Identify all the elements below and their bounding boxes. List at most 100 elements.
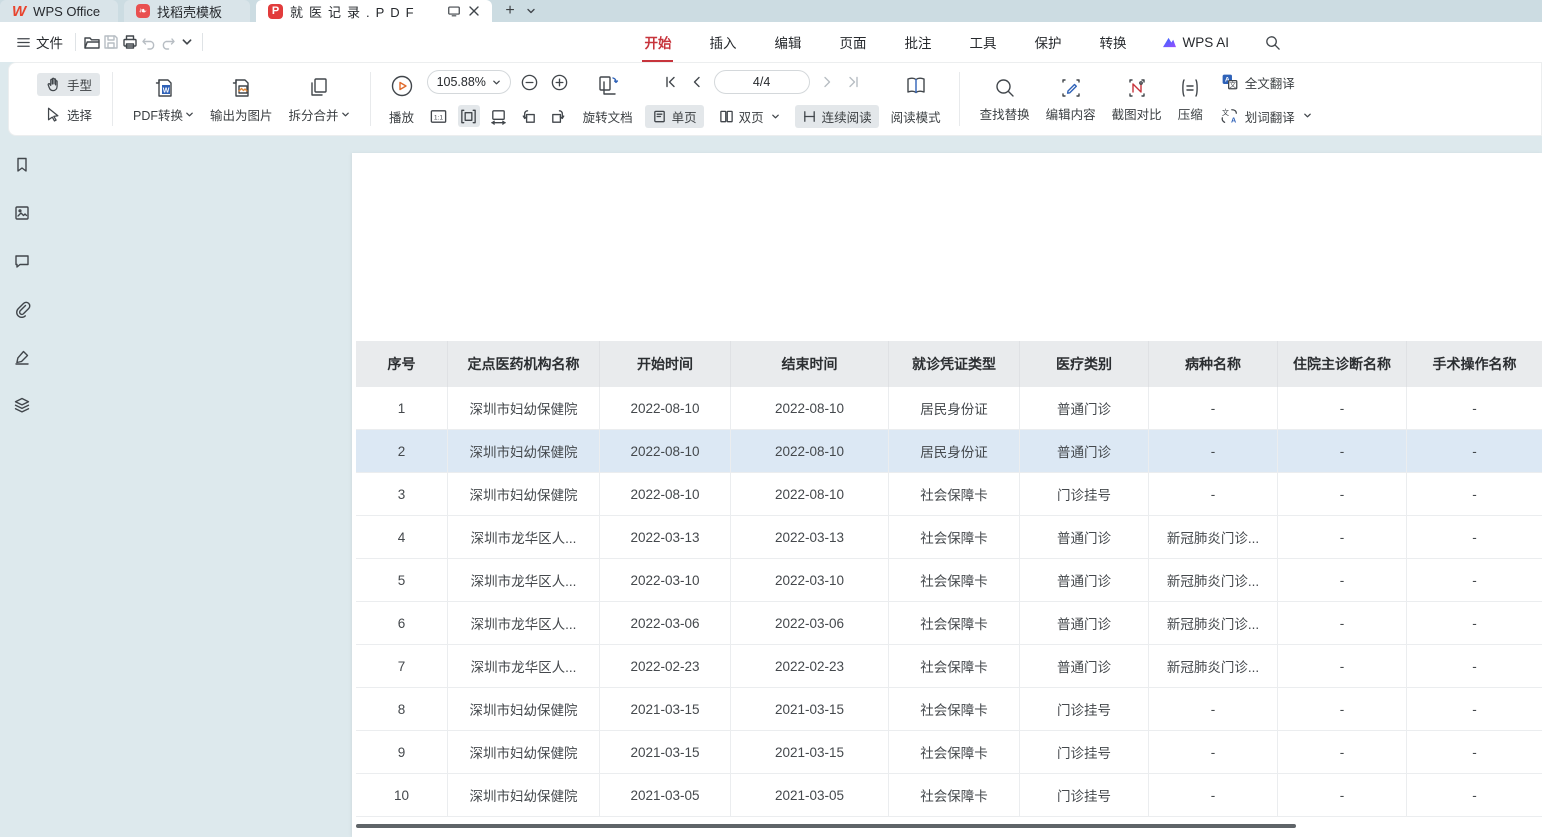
zoom-out-button[interactable] (519, 71, 541, 93)
thumbnails-panel-icon[interactable] (9, 200, 35, 226)
layers-panel-icon[interactable] (9, 392, 35, 418)
quickbar-chevron-icon[interactable] (177, 33, 196, 52)
menu-page[interactable]: 页面 (837, 28, 868, 56)
fit-width-button[interactable] (488, 105, 510, 127)
last-page-button[interactable] (844, 75, 862, 89)
tab-docer-templates[interactable]: ❧ 找稻壳模板 (124, 0, 250, 22)
file-menu-button[interactable]: 文件 (10, 29, 69, 55)
table-cell: 4 (356, 516, 448, 559)
actual-size-button[interactable]: 1:1 (428, 105, 450, 127)
table-cell: - (1149, 430, 1278, 473)
tab-list-chevron-icon[interactable] (522, 0, 540, 22)
attachments-panel-icon[interactable] (9, 296, 35, 322)
compress-button[interactable]: 压缩 (1178, 76, 1203, 123)
table-row: 6深圳市龙华区人...2022-03-062022-03-06社会保障卡普通门诊… (356, 602, 1542, 645)
menu-home[interactable]: 开始 (642, 28, 673, 56)
column-header: 开始时间 (600, 341, 731, 387)
screenshot-compare-button[interactable]: 截图对比 (1112, 76, 1162, 123)
continuous-read-button[interactable]: 连续阅读 (795, 105, 879, 128)
table-cell: 2021-03-05 (600, 774, 731, 817)
zoom-level-select[interactable]: 105.88% (427, 70, 511, 94)
full-translate-icon: A 文 (1221, 73, 1239, 91)
tab-document[interactable]: P 就医记录.PDF (256, 0, 492, 22)
table-cell: 2021-03-15 (731, 731, 889, 774)
bookmarks-panel-icon[interactable] (9, 152, 35, 178)
table-cell: 门诊挂号 (1020, 774, 1149, 817)
monitor-icon[interactable] (447, 4, 461, 18)
double-page-button[interactable]: 双页 (712, 105, 787, 128)
table-cell: 3 (356, 473, 448, 516)
menu-edit[interactable]: 编辑 (772, 28, 803, 56)
table-cell: 普通门诊 (1020, 645, 1149, 688)
first-page-button[interactable] (662, 75, 680, 89)
zoom-in-button[interactable] (549, 71, 571, 93)
rotate-left-button[interactable] (518, 105, 540, 127)
select-tool-button[interactable]: 选择 (37, 103, 100, 126)
column-header: 序号 (356, 341, 448, 387)
table-cell: 普通门诊 (1020, 430, 1149, 473)
table-cell: 7 (356, 645, 448, 688)
table-cell: 新冠肺炎门诊... (1149, 602, 1278, 645)
page-indicator-input[interactable]: 4/4 (714, 70, 810, 94)
column-header: 住院主诊断名称 (1278, 341, 1407, 387)
hamburger-icon (16, 35, 31, 50)
horizontal-scrollbar[interactable] (356, 824, 1296, 828)
table-cell: - (1278, 430, 1407, 473)
table-cell: 9 (356, 731, 448, 774)
open-file-icon[interactable] (82, 33, 101, 52)
table-cell: 社会保障卡 (889, 602, 1020, 645)
edit-content-button[interactable]: 编辑内容 (1046, 76, 1096, 123)
find-replace-button[interactable]: 查找替换 (980, 76, 1030, 123)
signature-panel-icon[interactable] (9, 344, 35, 370)
menu-convert[interactable]: 转换 (1097, 28, 1128, 56)
table-cell: 深圳市妇幼保健院 (448, 731, 600, 774)
export-image-icon (228, 75, 254, 101)
zoom-group: 105.88% 1:1 (427, 69, 571, 129)
comments-panel-icon[interactable] (9, 248, 35, 274)
undo-icon[interactable] (139, 33, 158, 52)
table-cell: 2021-03-05 (731, 774, 889, 817)
search-icon[interactable] (1263, 33, 1282, 52)
table-body: 1深圳市妇幼保健院2022-08-102022-08-10居民身份证普通门诊--… (356, 387, 1542, 817)
table-cell: 2022-03-10 (600, 559, 731, 602)
table-cell: - (1407, 430, 1542, 473)
menu-protect[interactable]: 保护 (1032, 28, 1063, 56)
export-image-button[interactable]: 输出为图片 (210, 75, 273, 124)
close-tab-icon[interactable] (468, 5, 480, 17)
new-tab-button[interactable]: + (498, 0, 522, 22)
read-mode-group[interactable]: 阅读模式 (891, 73, 941, 126)
redo-icon[interactable] (158, 33, 177, 52)
divider (202, 33, 203, 51)
single-page-button[interactable]: 单页 (645, 105, 704, 128)
pdf-convert-icon: W (151, 75, 177, 101)
menu-tools[interactable]: 工具 (967, 28, 998, 56)
pdf-convert-button[interactable]: W PDF转换 (133, 75, 194, 124)
fit-page-button[interactable] (458, 105, 480, 127)
hand-tool-button[interactable]: 手型 (37, 73, 100, 96)
menu-insert[interactable]: 插入 (707, 28, 738, 56)
table-cell: - (1278, 688, 1407, 731)
rotate-right-button[interactable] (548, 105, 570, 127)
next-page-button[interactable] (818, 75, 836, 89)
table-row: 1深圳市妇幼保健院2022-08-102022-08-10居民身份证普通门诊--… (356, 387, 1542, 430)
table-cell: 居民身份证 (889, 387, 1020, 430)
table-cell: - (1149, 731, 1278, 774)
print-icon[interactable] (120, 33, 139, 52)
full-translate-button[interactable]: A 文 全文翻译 (1221, 69, 1295, 95)
table-cell: - (1407, 516, 1542, 559)
menu-comment[interactable]: 批注 (902, 28, 933, 56)
word-translate-button[interactable]: 文 A 划词翻译 (1221, 103, 1312, 129)
tab-wps-office[interactable]: W WPS Office (0, 0, 118, 22)
wps-ai-button[interactable]: WPS AI (1162, 35, 1229, 50)
save-icon[interactable] (101, 33, 120, 52)
table-cell: 6 (356, 602, 448, 645)
prev-page-button[interactable] (688, 75, 706, 89)
table-cell: 2022-08-10 (600, 430, 731, 473)
wps-ai-icon (1162, 36, 1177, 49)
document-title: 就医记录.PDF (290, 2, 440, 21)
table-cell: 2022-08-10 (731, 473, 889, 516)
play-icon[interactable] (389, 73, 415, 99)
table-row: 3深圳市妇幼保健院2022-08-102022-08-10社会保障卡门诊挂号--… (356, 473, 1542, 516)
split-merge-button[interactable]: 拆分合并 (289, 75, 350, 124)
rotate-doc-group[interactable]: 旋转文档 (583, 73, 633, 126)
